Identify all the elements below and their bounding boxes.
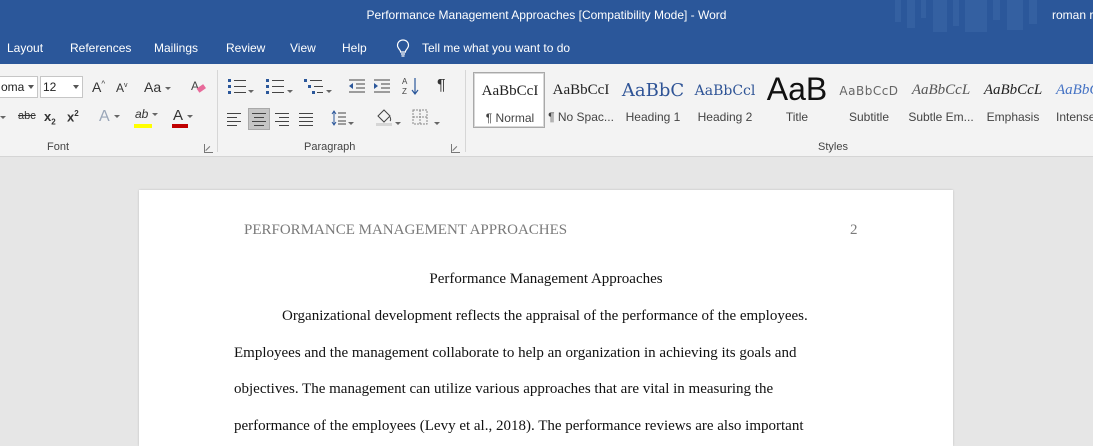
style-sample: AaBbCcL bbox=[911, 82, 971, 98]
group-divider bbox=[217, 70, 218, 152]
line-spacing-icon[interactable] bbox=[331, 110, 347, 126]
svg-text:A: A bbox=[191, 79, 199, 93]
style-name: Subtle Em... bbox=[908, 110, 974, 124]
style-name: ¶ Normal bbox=[485, 111, 535, 125]
font-group-label: Font bbox=[47, 141, 70, 153]
style-sample: AaBbCcD bbox=[839, 84, 899, 98]
font-color-button[interactable]: A bbox=[173, 108, 194, 123]
chevron-down-icon[interactable] bbox=[348, 116, 354, 129]
style-name: Intense bbox=[1056, 110, 1093, 124]
strikethrough-button[interactable]: abc bbox=[18, 111, 36, 122]
justify-icon[interactable] bbox=[296, 108, 318, 130]
tab-help[interactable]: Help bbox=[342, 41, 367, 55]
style-sample: AaB bbox=[766, 71, 828, 107]
chevron-down-icon[interactable] bbox=[326, 84, 332, 97]
shading-icon[interactable] bbox=[375, 108, 393, 126]
style-intense-emphasis[interactable]: AaBbC Intense bbox=[1049, 72, 1093, 128]
ribbon: oma 12 A^ Av Aa A abc x2 x2 A ab A Font bbox=[0, 64, 1093, 157]
svg-text:Z: Z bbox=[402, 87, 407, 96]
superscript-button[interactable]: x2 bbox=[67, 110, 79, 124]
window-title: Performance Management Approaches [Compa… bbox=[366, 8, 727, 22]
style-sample: AaBbCcI bbox=[552, 82, 610, 98]
style-sample: AaBbCcI bbox=[481, 83, 539, 99]
clear-formatting-icon[interactable]: A bbox=[190, 78, 206, 94]
chevron-down-icon[interactable] bbox=[395, 116, 401, 129]
style-name: ¶ No Spac... bbox=[548, 110, 614, 124]
style-normal[interactable]: AaBbCcI ¶ Normal bbox=[473, 72, 545, 128]
style-name: Heading 1 bbox=[625, 110, 681, 124]
style-sample: AaBbCcl bbox=[694, 83, 756, 99]
text-effects-button[interactable]: A bbox=[99, 109, 120, 125]
document-title: Performance Management Approaches bbox=[429, 271, 663, 287]
shrink-font-button[interactable]: Av bbox=[116, 82, 128, 94]
chevron-down-icon[interactable] bbox=[73, 85, 79, 89]
highlighter-icon: ab bbox=[135, 107, 149, 121]
highlight-button[interactable]: ab bbox=[135, 107, 159, 121]
font-size-box[interactable]: 12 bbox=[40, 76, 83, 98]
page-number: 2 bbox=[850, 222, 858, 238]
paragraph-line: performance of the employees (Levy et al… bbox=[234, 418, 804, 434]
show-formatting-button[interactable]: ¶ bbox=[437, 78, 446, 94]
bullets-icon[interactable] bbox=[228, 78, 248, 94]
dropdown-arrow[interactable] bbox=[0, 112, 6, 123]
tab-view[interactable]: View bbox=[290, 41, 316, 55]
decrease-indent-icon[interactable] bbox=[348, 78, 366, 94]
page-header: PERFORMANCE MANAGEMENT APPROACHES bbox=[244, 222, 568, 238]
account-name[interactable]: roman r bbox=[1052, 8, 1093, 22]
multilevel-list-icon[interactable] bbox=[304, 78, 324, 94]
style-heading-2[interactable]: AaBbCcl Heading 2 bbox=[689, 72, 761, 128]
style-name: Title bbox=[785, 110, 809, 124]
highlight-color-bar bbox=[134, 124, 152, 128]
chevron-down-icon[interactable] bbox=[434, 116, 440, 129]
tab-review[interactable]: Review bbox=[226, 41, 265, 55]
chevron-down-icon[interactable] bbox=[28, 85, 34, 89]
change-case-button[interactable]: Aa bbox=[144, 80, 172, 94]
grow-font-button[interactable]: A^ bbox=[92, 80, 105, 94]
chevron-down-icon[interactable] bbox=[287, 84, 293, 97]
paragraph-line: Organizational development reflects the … bbox=[282, 308, 808, 324]
styles-group-label: Styles bbox=[818, 141, 848, 153]
style-no-spacing[interactable]: AaBbCcI ¶ No Spac... bbox=[545, 72, 617, 128]
chevron-down-icon[interactable] bbox=[248, 84, 254, 97]
style-heading-1[interactable]: AaBbC Heading 1 bbox=[617, 72, 689, 128]
paragraph-dialog-launcher-icon[interactable] bbox=[451, 144, 460, 153]
subscript-button[interactable]: x2 bbox=[44, 110, 56, 127]
tell-me-search[interactable]: Tell me what you want to do bbox=[422, 41, 570, 55]
svg-text:A: A bbox=[402, 77, 408, 86]
style-subtitle[interactable]: AaBbCcD Subtitle bbox=[833, 72, 905, 128]
font-name-value: oma bbox=[1, 80, 25, 94]
style-emphasis[interactable]: AaBbCcL Emphasis bbox=[977, 72, 1049, 128]
font-color-bar bbox=[172, 124, 188, 128]
tab-layout[interactable]: Layout bbox=[7, 41, 43, 55]
borders-icon[interactable] bbox=[412, 109, 428, 125]
style-name: Emphasis bbox=[986, 110, 1040, 124]
font-dialog-launcher-icon[interactable] bbox=[204, 144, 213, 153]
font-size-value: 12 bbox=[43, 80, 57, 94]
group-divider bbox=[465, 70, 466, 152]
tab-references[interactable]: References bbox=[70, 41, 131, 55]
align-right-icon[interactable] bbox=[272, 108, 294, 130]
style-subtle-emphasis[interactable]: AaBbCcL Subtle Em... bbox=[905, 72, 977, 128]
paragraph-line: Employees and the management collaborate… bbox=[234, 345, 797, 361]
style-name: Heading 2 bbox=[697, 110, 753, 124]
numbering-icon[interactable] bbox=[266, 78, 286, 94]
document-page[interactable]: PERFORMANCE MANAGEMENT APPROACHES 2 Perf… bbox=[139, 190, 953, 446]
style-sample: AaBbC bbox=[1056, 82, 1093, 98]
sort-icon[interactable]: A Z bbox=[402, 76, 420, 96]
ribbon-tabs: Layout References Mailings Review View H… bbox=[0, 32, 1093, 64]
increase-indent-icon[interactable] bbox=[373, 78, 391, 94]
style-title[interactable]: AaB Title bbox=[761, 71, 833, 128]
tab-mailings[interactable]: Mailings bbox=[154, 41, 198, 55]
lightbulb-icon[interactable] bbox=[396, 39, 410, 57]
style-sample: AaBbC bbox=[621, 80, 685, 101]
style-name: Subtitle bbox=[848, 110, 890, 124]
paragraph-group-label: Paragraph bbox=[304, 141, 356, 153]
style-sample: AaBbCcL bbox=[983, 82, 1043, 98]
align-left-icon[interactable] bbox=[224, 108, 246, 130]
title-bar: Performance Management Approaches [Compa… bbox=[0, 0, 1093, 32]
font-name-box[interactable]: oma bbox=[0, 76, 38, 98]
align-center-icon[interactable] bbox=[248, 108, 270, 130]
paragraph-line: objectives. The management can utilize v… bbox=[234, 381, 774, 397]
